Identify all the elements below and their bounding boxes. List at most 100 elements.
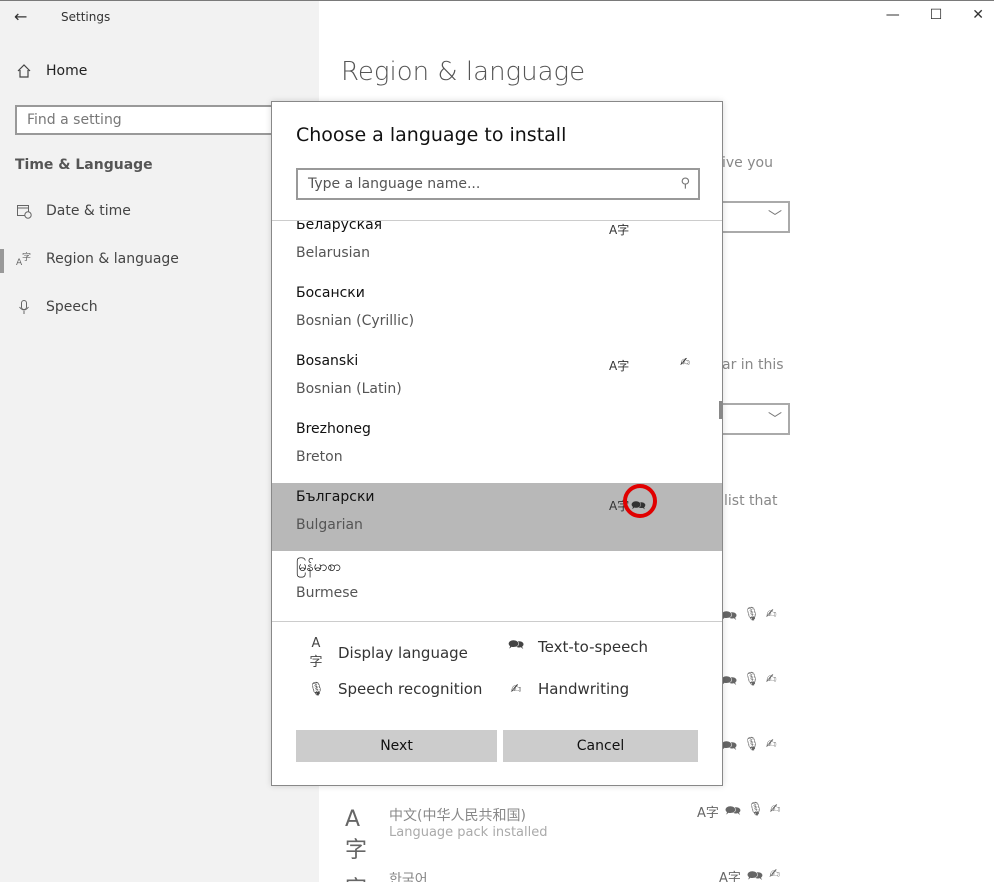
display-language-icon: A字 (609, 359, 630, 373)
native-name: မြန်မာစာ (296, 559, 341, 575)
sidebar-item-home[interactable]: Home (16, 63, 87, 79)
legend-display-language: A字 Display language (308, 636, 468, 670)
search-placeholder: Type a language name... (308, 176, 481, 192)
highlight-circle (623, 484, 657, 518)
language-status: Language pack installed (389, 825, 548, 840)
display-language-icon: A字 (697, 806, 719, 821)
language-icon: A字 (16, 251, 31, 267)
home-icon (17, 64, 31, 78)
handwriting-icon: ✍ (680, 355, 691, 369)
language-name: 한국어 (389, 872, 428, 882)
english-name: Bosnian (Cyrillic) (296, 313, 415, 329)
microphone-icon: 🎙 (308, 681, 325, 697)
native-name: Brezhoneg (296, 421, 371, 437)
handwriting-icon: ✍ (765, 737, 777, 752)
sidebar-item-speech[interactable]: Speech (16, 299, 98, 315)
find-setting-input[interactable]: Find a setting (15, 105, 305, 135)
partial-text: ive you (722, 155, 773, 171)
divider (272, 621, 722, 622)
language-icon: 字 (345, 871, 367, 882)
dialog-title: Choose a language to install (296, 124, 567, 146)
legend-text-to-speech: 🗪 Text-to-speech (508, 636, 648, 658)
sidebar-item-label: Region & language (46, 251, 179, 267)
english-name: Burmese (296, 585, 359, 601)
sidebar-item-region-language[interactable]: A字 Region & language (16, 251, 179, 267)
list-item[interactable]: Беларуская Belarusian A字 (272, 221, 722, 279)
display-language-icon: A字 (609, 223, 630, 237)
tts-icon: 🗪 (721, 609, 738, 624)
display-language-icon: A字 (719, 871, 741, 882)
list-item[interactable]: Bosanski Bosnian (Latin) A字 ✍ (272, 347, 722, 415)
search-icon: ⚲ (680, 176, 690, 191)
legend-handwriting: ✍ Handwriting (508, 680, 630, 698)
partial-text: list that (724, 493, 778, 509)
mic-icon: 🎙 (747, 802, 764, 817)
chevron-down-icon: ﹀ (768, 210, 782, 226)
display-language-icon: A字 (309, 636, 323, 670)
next-button[interactable]: Next (296, 730, 497, 762)
home-label: Home (46, 63, 88, 79)
language-icon: A字 (345, 807, 368, 863)
native-name: Български (296, 489, 375, 505)
english-name: Belarusian (296, 245, 370, 261)
close-icon[interactable]: ✕ (972, 7, 984, 23)
language-name: 中文(中华人民共和国) (389, 808, 526, 824)
mic-icon: 🎙 (743, 737, 760, 752)
language-list[interactable]: Беларуская Belarusian A字 Босански Bosnia… (272, 221, 722, 621)
legend-label: Handwriting (538, 680, 630, 698)
english-name: Bulgarian (296, 517, 363, 533)
handwriting-icon: ✍ (769, 802, 781, 817)
feature-icons: A字 🗪 🎙 ✍ (697, 802, 781, 824)
back-arrow-icon[interactable]: ← (14, 7, 27, 26)
window-controls: — ☐ ✕ (886, 7, 984, 23)
handwriting-icon: ✍ (510, 681, 522, 697)
partial-text: ar in this (722, 357, 784, 373)
mic-icon: 🎙 (743, 672, 760, 687)
choose-language-dialog: Choose a language to install Type a lang… (271, 101, 723, 786)
legend-label: Display language (338, 644, 468, 662)
microphone-icon (19, 300, 29, 314)
english-name: Bosnian (Latin) (296, 381, 402, 397)
sidebar-item-label: Date & time (46, 203, 131, 219)
legend-label: Speech recognition (338, 680, 483, 698)
sidebar-item-date-time[interactable]: Date & time (16, 203, 131, 219)
list-item[interactable]: Brezhoneg Breton (272, 415, 722, 483)
feature-icons: 🗪 🎙 ✍ (721, 607, 777, 629)
native-name: Bosanski (296, 353, 359, 369)
list-item[interactable]: မြန်မာစာ Burmese (272, 551, 722, 619)
mic-icon: 🎙 (743, 607, 760, 622)
handwriting-icon: ✍ (769, 867, 780, 882)
english-name: Breton (296, 449, 343, 465)
native-name: Беларуская (296, 221, 383, 233)
tts-icon: 🗪 (724, 804, 742, 819)
maximize-icon[interactable]: ☐ (930, 7, 943, 23)
sidebar-item-label: Speech (46, 299, 98, 315)
active-indicator (0, 249, 4, 273)
tts-icon: 🗪 (721, 739, 738, 754)
minimize-icon[interactable]: — (886, 7, 900, 23)
settings-window: ← Settings Home Find a setting Time & La… (0, 0, 994, 882)
app-title: Settings (61, 10, 111, 24)
tts-icon: 🗪 (508, 638, 525, 653)
country-dropdown[interactable]: ﹀ (720, 201, 790, 233)
handwriting-icon: ✍ (765, 672, 777, 687)
svg-text:字: 字 (22, 251, 31, 263)
tts-icon: 🗪 (746, 869, 764, 882)
cancel-button[interactable]: Cancel (503, 730, 698, 762)
list-item[interactable]: Босански Bosnian (Cyrillic) (272, 279, 722, 347)
regional-format-dropdown[interactable]: ﹀ (720, 403, 790, 435)
scrollbar-thumb[interactable] (719, 401, 722, 419)
chevron-down-icon: ﹀ (768, 412, 782, 428)
calendar-clock-icon (17, 205, 32, 219)
native-name: Босански (296, 285, 365, 301)
section-title: Time & Language (15, 157, 153, 173)
handwriting-icon: ✍ (765, 607, 777, 622)
language-search-input[interactable]: Type a language name... ⚲ (296, 168, 700, 200)
tts-icon: 🗪 (721, 674, 738, 689)
feature-icons: A字 🗪 ✍ (719, 867, 780, 882)
legend-speech-recognition: 🎙 Speech recognition (308, 680, 482, 698)
feature-icons: 🗪 🎙 ✍ (721, 737, 777, 759)
page-title: Region & language (341, 57, 586, 87)
legend-label: Text-to-speech (538, 638, 649, 656)
feature-icons: 🗪 🎙 ✍ (721, 672, 777, 694)
